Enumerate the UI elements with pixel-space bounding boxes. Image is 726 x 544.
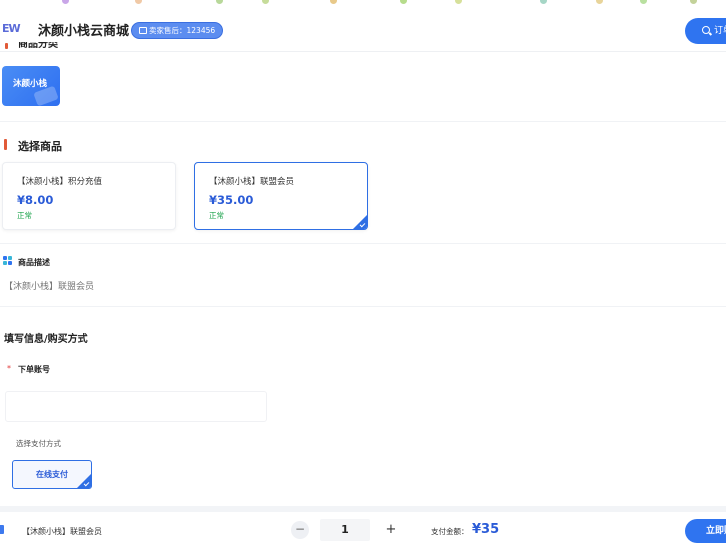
decoration-dot bbox=[330, 0, 337, 4]
payment-option-label: 在线支付 bbox=[36, 470, 68, 479]
buy-now-button[interactable]: 立即购买 bbox=[685, 519, 726, 543]
total-label: 支付金额： bbox=[431, 527, 469, 536]
search-icon bbox=[702, 26, 710, 34]
site-logo[interactable]: EW bbox=[2, 22, 21, 35]
product-name: 【沐颜小栈】积分充值 bbox=[17, 177, 103, 187]
quantity-decrease-button[interactable]: − bbox=[291, 521, 309, 539]
grid-icon bbox=[3, 256, 13, 266]
account-input[interactable] bbox=[5, 391, 267, 422]
quantity-input[interactable]: 1 bbox=[320, 519, 370, 541]
order-button-label: 订单 bbox=[714, 26, 726, 36]
category-section-title: 商品分类 bbox=[18, 42, 58, 50]
selected-corner bbox=[353, 215, 367, 229]
decoration-dot bbox=[62, 0, 69, 4]
products-section-title: 选择商品 bbox=[18, 140, 62, 153]
decoration-dot bbox=[400, 0, 407, 4]
form-section-title: 填写信息/购买方式 bbox=[4, 334, 88, 345]
chat-icon bbox=[139, 27, 147, 34]
product-price: ¥35.00 bbox=[209, 193, 254, 207]
required-mark: * bbox=[7, 364, 11, 373]
after-sale-badge[interactable]: 卖家售后：123456 bbox=[131, 22, 224, 39]
decoration-dot bbox=[640, 0, 647, 4]
description-text: 【沐颜小栈】联盟会员 bbox=[4, 282, 95, 292]
divider bbox=[0, 121, 726, 122]
section-marker bbox=[4, 139, 7, 150]
order-search-button[interactable]: 订单 bbox=[685, 18, 726, 44]
decoration-dot bbox=[596, 0, 603, 4]
product-status: 正常 bbox=[209, 211, 224, 220]
product-card-points-recharge[interactable]: 【沐颜小栈】积分充值 ¥8.00 正常 bbox=[2, 162, 176, 230]
top-decoration-strip bbox=[0, 0, 726, 8]
category-item-muyan[interactable]: 沐颜小栈 bbox=[2, 66, 60, 106]
after-sale-label: 卖家售后：123456 bbox=[149, 26, 216, 35]
decoration-dot bbox=[690, 0, 697, 4]
divider bbox=[0, 306, 726, 307]
total-amount: ¥35 bbox=[472, 522, 500, 537]
product-price: ¥8.00 bbox=[17, 193, 54, 207]
payment-option-online[interactable]: 在线支付 bbox=[12, 460, 92, 489]
product-name: 【沐颜小栈】联盟会员 bbox=[209, 177, 295, 187]
quantity-increase-button[interactable]: + bbox=[382, 521, 400, 539]
decoration-dot bbox=[135, 0, 142, 4]
product-card-alliance-member[interactable]: 【沐颜小栈】联盟会员 ¥35.00 正常 bbox=[194, 162, 368, 230]
product-icon bbox=[0, 525, 4, 534]
top-header: EW 沐颜小栈云商城 卖家售后：123456 订单 bbox=[0, 8, 726, 52]
product-status: 正常 bbox=[17, 211, 32, 220]
description-label: 商品描述 bbox=[18, 258, 50, 267]
decoration-dot bbox=[216, 0, 223, 4]
section-marker bbox=[5, 43, 8, 49]
decoration-dot bbox=[262, 0, 269, 4]
purchase-bar: 【沐颜小栈】联盟会员 − 1 + 支付金额： ¥35 立即购买 bbox=[0, 512, 726, 544]
site-title: 沐颜小栈云商城 bbox=[38, 24, 130, 39]
footer-product-name: 【沐颜小栈】联盟会员 bbox=[22, 527, 102, 536]
decoration-dot bbox=[455, 0, 462, 4]
payment-method-label: 选择支付方式 bbox=[16, 439, 61, 448]
selected-corner bbox=[77, 474, 91, 488]
divider bbox=[0, 243, 726, 244]
category-item-label: 沐颜小栈 bbox=[13, 79, 48, 89]
decoration-dot bbox=[540, 0, 547, 4]
account-label: 下单账号 bbox=[18, 365, 50, 374]
